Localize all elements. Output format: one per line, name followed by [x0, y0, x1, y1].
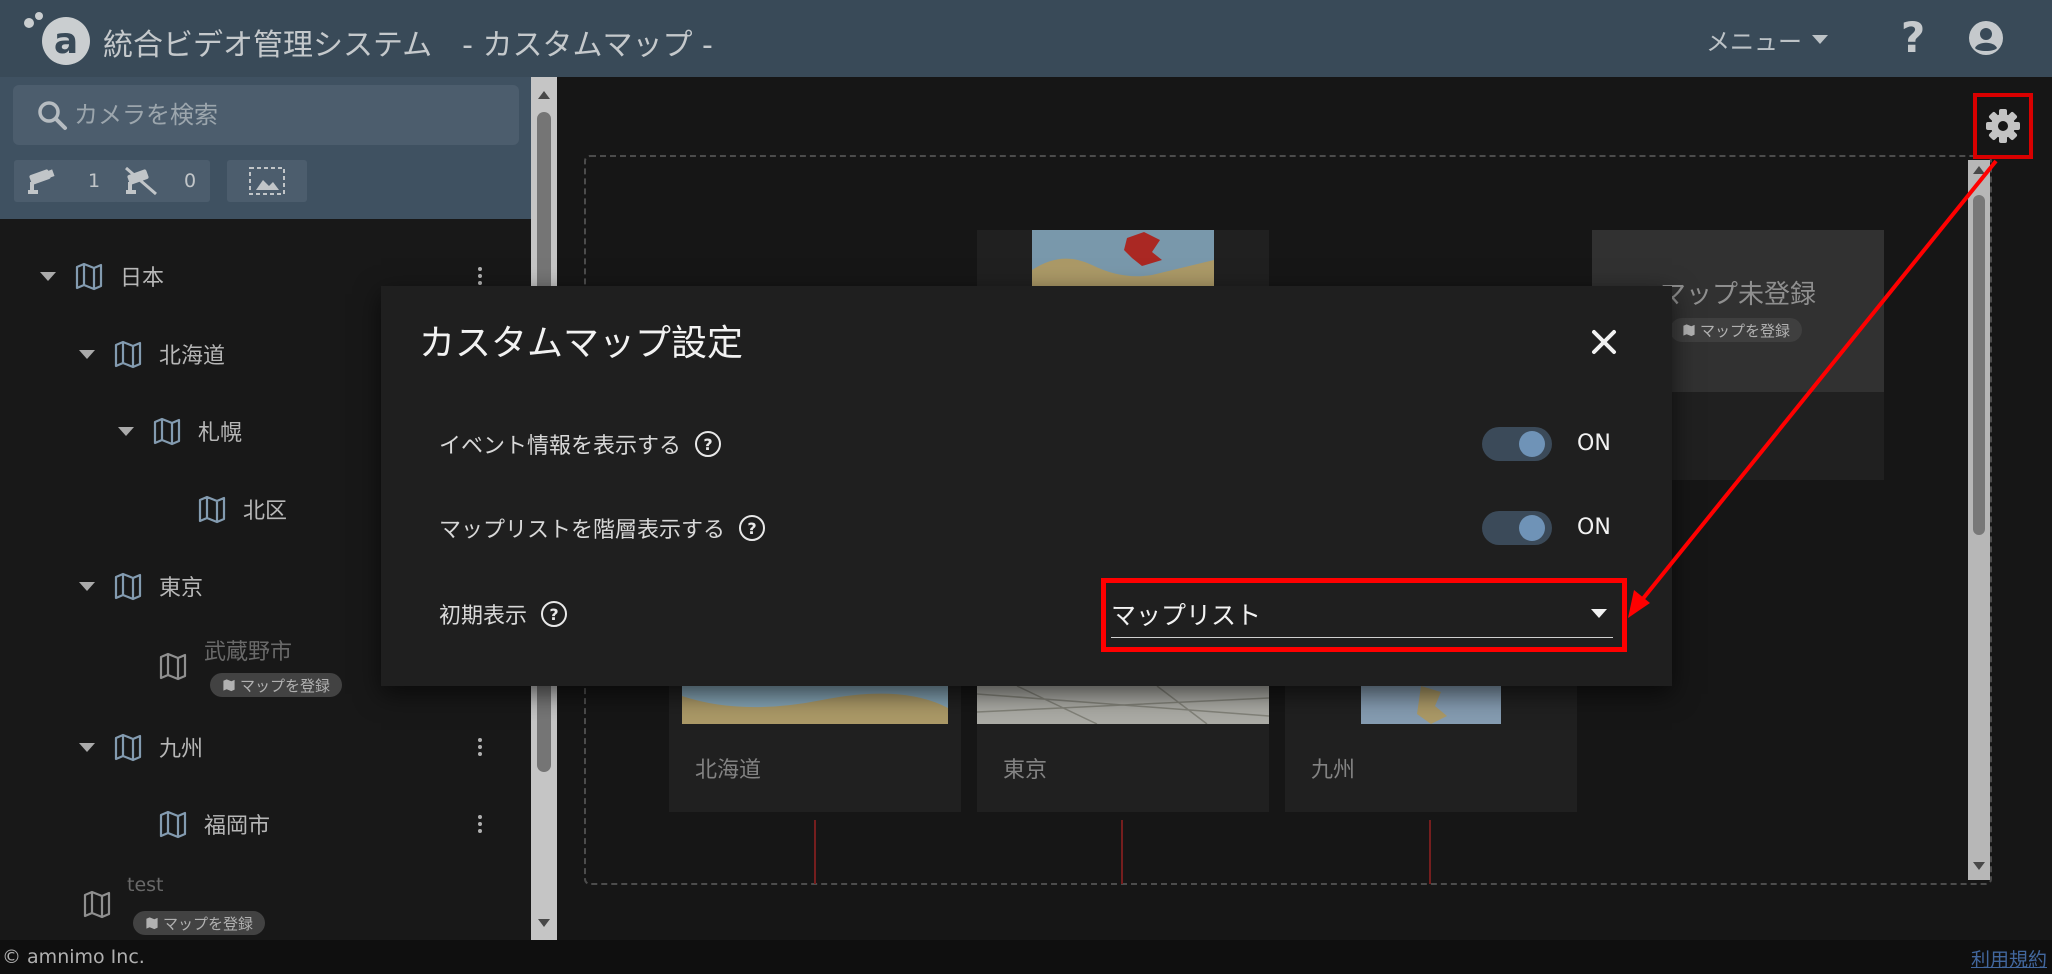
help-circle-icon[interactable]: ? [695, 431, 722, 457]
initial-display-value: マップリスト [1111, 600, 1262, 630]
toggle-knob [1519, 515, 1545, 541]
hierarchical-map-list-toggle[interactable] [1482, 511, 1552, 545]
close-icon[interactable] [1584, 322, 1624, 362]
setting-label: マップリストを階層表示する [439, 518, 726, 543]
help-circle-icon[interactable]: ? [739, 515, 766, 541]
setting-initial-display: 初期表示 ? [439, 598, 568, 630]
caret-down-icon [1591, 609, 1607, 618]
toggle-knob [1519, 431, 1545, 457]
toggle-state-label: ON [1577, 431, 1611, 456]
setting-label: 初期表示 [439, 604, 528, 629]
toggle-state-label: ON [1577, 515, 1611, 540]
setting-hierarchical-map-list: マップリストを階層表示する ? [439, 512, 766, 544]
show-event-info-toggle[interactable] [1482, 427, 1552, 461]
setting-show-event-info: イベント情報を表示する ? [439, 428, 722, 460]
setting-label: イベント情報を表示する [439, 434, 682, 459]
help-circle-icon[interactable]: ? [541, 601, 568, 627]
initial-display-select[interactable]: マップリスト [1111, 590, 1613, 638]
dialog-title: カスタムマップ設定 [419, 323, 744, 364]
